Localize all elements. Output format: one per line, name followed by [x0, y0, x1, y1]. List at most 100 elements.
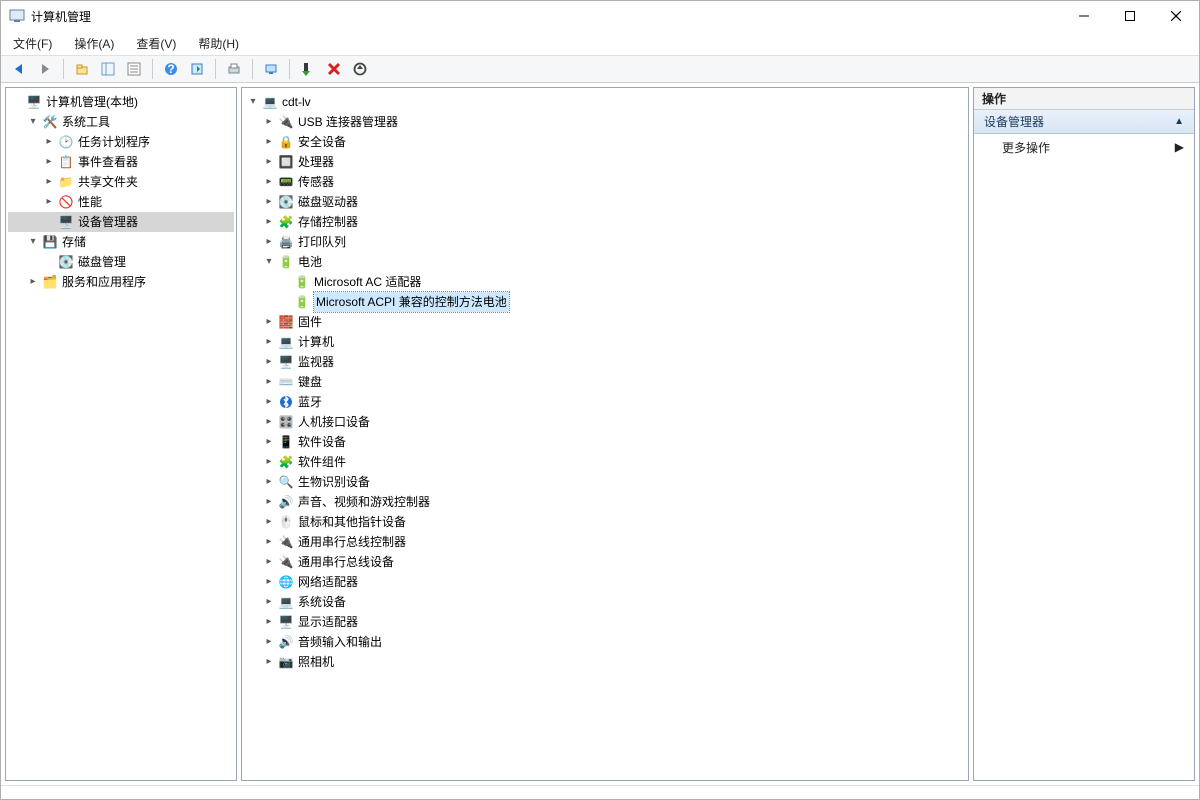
- menu-help[interactable]: 帮助(H): [194, 33, 243, 54]
- refresh-button[interactable]: [185, 58, 209, 80]
- tree-performance[interactable]: ▸🚫性能: [8, 192, 234, 212]
- cat-usb-connector-manager[interactable]: ▸🔌USB 连接器管理器: [244, 112, 966, 132]
- back-button[interactable]: [7, 58, 31, 80]
- cat-sensors[interactable]: ▸📟传感器: [244, 172, 966, 192]
- chevron-right-icon[interactable]: ▸: [262, 135, 276, 149]
- chevron-right-icon[interactable]: ▸: [42, 155, 56, 169]
- cat-software-components[interactable]: ▸🧩软件组件: [244, 452, 966, 472]
- cat-audio-io[interactable]: ▸🔊音频输入和输出: [244, 632, 966, 652]
- chevron-right-icon[interactable]: ▸: [262, 155, 276, 169]
- cat-hid[interactable]: ▸🎛️人机接口设备: [244, 412, 966, 432]
- cat-disk-drives[interactable]: ▸💽磁盘驱动器: [244, 192, 966, 212]
- cat-security-devices[interactable]: ▸🔒安全设备: [244, 132, 966, 152]
- chevron-right-icon[interactable]: ▸: [42, 175, 56, 189]
- enable-device-button[interactable]: [296, 58, 320, 80]
- tree-system-tools[interactable]: ▾🛠️系统工具: [8, 112, 234, 132]
- cat-mice-pointing[interactable]: ▸🖱️鼠标和其他指针设备: [244, 512, 966, 532]
- uninstall-device-button[interactable]: [322, 58, 346, 80]
- chevron-right-icon[interactable]: ▸: [262, 555, 276, 569]
- chevron-right-icon[interactable]: ▸: [262, 195, 276, 209]
- chevron-down-icon[interactable]: ▾: [26, 235, 40, 249]
- forward-button[interactable]: [33, 58, 57, 80]
- chevron-right-icon[interactable]: ▸: [262, 175, 276, 189]
- chevron-right-icon[interactable]: ▸: [262, 235, 276, 249]
- chevron-right-icon[interactable]: ▸: [262, 495, 276, 509]
- chevron-right-icon[interactable]: ▸: [262, 375, 276, 389]
- cat-print-queues[interactable]: ▸🖨️打印队列: [244, 232, 966, 252]
- cat-computer[interactable]: ▸💻计算机: [244, 332, 966, 352]
- chevron-right-icon[interactable]: ▸: [262, 215, 276, 229]
- chevron-right-icon[interactable]: ▸: [262, 595, 276, 609]
- properties-button[interactable]: [122, 58, 146, 80]
- cat-display-adapters[interactable]: ▸🖥️显示适配器: [244, 612, 966, 632]
- device-acpi-battery[interactable]: 🔋Microsoft ACPI 兼容的控制方法电池: [244, 292, 966, 312]
- chevron-right-icon[interactable]: ▸: [42, 135, 56, 149]
- cat-firmware[interactable]: ▸🧱固件: [244, 312, 966, 332]
- help-button[interactable]: ?: [159, 58, 183, 80]
- menu-view[interactable]: 查看(V): [132, 33, 180, 54]
- actions-more[interactable]: 更多操作 ▶: [974, 134, 1194, 160]
- left-panel: 🖥️计算机管理(本地) ▾🛠️系统工具 ▸🕑任务计划程序 ▸📋事件查看器 ▸📁共…: [5, 87, 237, 781]
- device-tree[interactable]: ▾💻cdt-lv ▸🔌USB 连接器管理器 ▸🔒安全设备 ▸🔲处理器 ▸📟传感器…: [242, 88, 968, 676]
- tree-event-viewer[interactable]: ▸📋事件查看器: [8, 152, 234, 172]
- cat-storage-controllers[interactable]: ▸🧩存储控制器: [244, 212, 966, 232]
- chevron-right-icon[interactable]: ▸: [262, 575, 276, 589]
- chevron-right-icon[interactable]: ▸: [262, 435, 276, 449]
- console-tree[interactable]: 🖥️计算机管理(本地) ▾🛠️系统工具 ▸🕑任务计划程序 ▸📋事件查看器 ▸📁共…: [6, 88, 236, 296]
- cat-usb-controllers[interactable]: ▸🔌通用串行总线控制器: [244, 532, 966, 552]
- tree-services-apps[interactable]: ▸🗂️服务和应用程序: [8, 272, 234, 292]
- cat-biometric[interactable]: ▸🔍生物识别设备: [244, 472, 966, 492]
- chevron-right-icon[interactable]: ▸: [262, 395, 276, 409]
- minimize-button[interactable]: [1061, 1, 1107, 31]
- chevron-right-icon[interactable]: ▸: [262, 455, 276, 469]
- chevron-right-icon[interactable]: ▸: [262, 475, 276, 489]
- cat-monitors[interactable]: ▸🖥️监视器: [244, 352, 966, 372]
- statusbar: [1, 785, 1199, 799]
- chevron-right-icon[interactable]: ▸: [262, 315, 276, 329]
- tree-shared-folders[interactable]: ▸📁共享文件夹: [8, 172, 234, 192]
- tree-root[interactable]: 🖥️计算机管理(本地): [8, 92, 234, 112]
- chevron-down-icon[interactable]: ▾: [246, 95, 260, 109]
- up-button[interactable]: [70, 58, 94, 80]
- device-ac-adapter[interactable]: 🔋Microsoft AC 适配器: [244, 272, 966, 292]
- maximize-button[interactable]: [1107, 1, 1153, 31]
- close-button[interactable]: [1153, 1, 1199, 31]
- chevron-right-icon[interactable]: ▸: [262, 355, 276, 369]
- chevron-right-icon[interactable]: ▸: [262, 655, 276, 669]
- usb-controller-icon: 🔌: [278, 534, 294, 550]
- chevron-right-icon[interactable]: ▸: [262, 635, 276, 649]
- chevron-down-icon[interactable]: ▾: [262, 255, 276, 269]
- chevron-right-icon[interactable]: ▸: [262, 515, 276, 529]
- app-icon: [9, 8, 25, 24]
- chevron-right-icon[interactable]: ▸: [42, 195, 56, 209]
- chevron-right-icon[interactable]: ▸: [262, 335, 276, 349]
- cat-cameras[interactable]: ▸📷照相机: [244, 652, 966, 672]
- actions-section-device-manager[interactable]: 设备管理器 ▲: [974, 110, 1194, 134]
- update-driver-button[interactable]: [348, 58, 372, 80]
- device-root[interactable]: ▾💻cdt-lv: [244, 92, 966, 112]
- cat-keyboards[interactable]: ▸⌨️键盘: [244, 372, 966, 392]
- cat-usb-devices[interactable]: ▸🔌通用串行总线设备: [244, 552, 966, 572]
- chevron-right-icon[interactable]: ▸: [26, 275, 40, 289]
- tree-device-manager[interactable]: 🖥️设备管理器: [8, 212, 234, 232]
- tree-task-scheduler[interactable]: ▸🕑任务计划程序: [8, 132, 234, 152]
- cat-system-devices[interactable]: ▸💻系统设备: [244, 592, 966, 612]
- chevron-right-icon[interactable]: ▸: [262, 535, 276, 549]
- print-button[interactable]: [222, 58, 246, 80]
- scan-hardware-button[interactable]: [259, 58, 283, 80]
- cat-batteries[interactable]: ▾🔋电池: [244, 252, 966, 272]
- tree-disk-management[interactable]: 💽磁盘管理: [8, 252, 234, 272]
- tree-storage[interactable]: ▾💾存储: [8, 232, 234, 252]
- cat-network-adapters[interactable]: ▸🌐网络适配器: [244, 572, 966, 592]
- chevron-right-icon[interactable]: ▸: [262, 115, 276, 129]
- cat-software-devices[interactable]: ▸📱软件设备: [244, 432, 966, 452]
- menu-action[interactable]: 操作(A): [70, 33, 118, 54]
- chevron-down-icon[interactable]: ▾: [26, 115, 40, 129]
- menu-file[interactable]: 文件(F): [9, 33, 56, 54]
- chevron-right-icon[interactable]: ▸: [262, 615, 276, 629]
- cat-processors[interactable]: ▸🔲处理器: [244, 152, 966, 172]
- cat-bluetooth[interactable]: ▸蓝牙: [244, 392, 966, 412]
- cat-sound-video-game[interactable]: ▸🔊声音、视频和游戏控制器: [244, 492, 966, 512]
- show-hide-tree-button[interactable]: [96, 58, 120, 80]
- chevron-right-icon[interactable]: ▸: [262, 415, 276, 429]
